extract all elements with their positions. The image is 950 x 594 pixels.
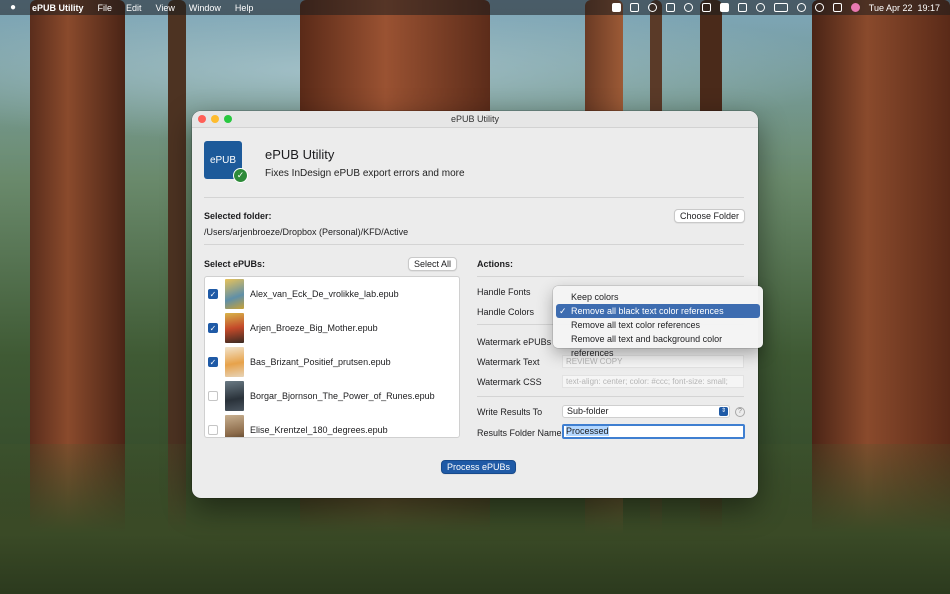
select-epubs-label: Select ePUBs:: [204, 259, 266, 269]
divider: [204, 244, 744, 245]
write-results-value: Sub-folder: [567, 406, 609, 416]
app-title: ePUB Utility: [265, 147, 335, 162]
list-item[interactable]: Elise_Krentzel_180_degrees.epub: [205, 413, 459, 437]
watermark-text-label: Watermark Text: [477, 357, 540, 367]
selected-folder-path: /Users/arjenbroeze/Dropbox (Personal)/KF…: [204, 227, 409, 237]
menu-item-remove-text-colors[interactable]: Remove all text color references: [556, 318, 760, 332]
epub-file-list[interactable]: ✓ Alex_van_Eck_De_vrolikke_lab.epub ✓ Ar…: [204, 276, 460, 438]
wifi-icon[interactable]: [796, 3, 806, 12]
status-app-icon[interactable]: [701, 3, 711, 12]
book-cover-image: [225, 313, 244, 343]
battery-icon[interactable]: [773, 3, 788, 12]
menu-item-label: Remove all text color references: [571, 320, 701, 330]
watermark-css-label: Watermark CSS: [477, 377, 542, 387]
apple-menu-icon[interactable]: ●: [0, 2, 26, 13]
divider: [477, 396, 744, 397]
file-name: Alex_van_Eck_De_vrolikke_lab.epub: [250, 289, 399, 299]
file-checkbox[interactable]: [208, 391, 218, 401]
list-item[interactable]: Borgar_Bjornson_The_Power_of_Runes.epub: [205, 379, 459, 413]
status-app-icon[interactable]: [647, 3, 657, 12]
menu-item-remove-text-and-background-colors[interactable]: Remove all text and background color ref…: [556, 332, 760, 358]
watermark-epubs-label: Watermark ePUBs: [477, 337, 552, 347]
chevron-updown-icon: ⇕: [719, 407, 728, 416]
results-folder-value: Processed: [566, 426, 609, 436]
watermark-css-field[interactable]: text-align: center; color: #ccc; font-si…: [562, 375, 744, 388]
list-item[interactable]: ✓ Bas_Brizant_Positief_prutsen.epub: [205, 345, 459, 379]
file-checkbox[interactable]: ✓: [208, 289, 218, 299]
handle-colors-label: Handle Colors: [477, 307, 535, 317]
file-name: Bas_Brizant_Positief_prutsen.epub: [250, 357, 391, 367]
file-name: Elise_Krentzel_180_degrees.epub: [250, 425, 388, 435]
select-all-button[interactable]: Select All: [408, 257, 458, 271]
actions-label: Actions:: [477, 259, 513, 269]
checkmark-icon: ✓: [559, 306, 567, 316]
status-app-icon[interactable]: [683, 3, 693, 12]
handle-fonts-label: Handle Fonts: [477, 287, 531, 297]
handle-colors-menu: Keep colors ✓ Remove all black text colo…: [553, 286, 763, 358]
control-center-icon[interactable]: [832, 3, 842, 12]
app-logo-text: ePUB: [209, 154, 237, 166]
clock[interactable]: Tue Apr 22 19:17: [869, 3, 940, 13]
menu-file[interactable]: File: [91, 3, 120, 13]
menu-window[interactable]: Window: [182, 3, 228, 13]
window-controls: [198, 115, 232, 123]
siri-icon[interactable]: [850, 3, 860, 12]
selected-folder-label: Selected folder:: [204, 211, 272, 221]
window-title: ePUB Utility: [450, 114, 499, 124]
menu-item-remove-black-text-colors[interactable]: ✓ Remove all black text color references: [556, 304, 760, 318]
divider: [477, 276, 744, 277]
book-cover-image: [225, 279, 244, 309]
list-item[interactable]: ✓ Arjen_Broeze_Big_Mother.epub: [205, 311, 459, 345]
file-name: Borgar_Bjornson_The_Power_of_Runes.epub: [250, 391, 435, 401]
status-app-icon[interactable]: [737, 3, 747, 12]
menu-app-name[interactable]: ePUB Utility: [26, 3, 91, 13]
book-cover-image: [225, 381, 244, 411]
write-results-label: Write Results To: [477, 407, 543, 417]
list-item[interactable]: ✓ Alex_van_Eck_De_vrolikke_lab.epub: [205, 277, 459, 311]
results-folder-input[interactable]: Processed: [562, 424, 745, 439]
choose-folder-button[interactable]: Choose Folder: [674, 209, 746, 223]
search-icon[interactable]: [814, 3, 824, 12]
title-bar[interactable]: ePUB Utility: [192, 111, 758, 128]
minimize-button[interactable]: [211, 115, 219, 123]
process-epubs-button[interactable]: Process ePUBs: [441, 460, 517, 474]
divider: [204, 197, 744, 198]
status-app-icon[interactable]: [719, 3, 729, 12]
file-checkbox[interactable]: ✓: [208, 323, 218, 333]
menu-help[interactable]: Help: [228, 3, 261, 13]
close-button[interactable]: [198, 115, 206, 123]
menu-item-label: Keep colors: [571, 292, 619, 302]
menu-item-label: Remove all black text color references: [571, 306, 724, 316]
zoom-button[interactable]: [224, 115, 232, 123]
status-app-icon[interactable]: [755, 3, 765, 12]
app-logo-icon: ePUB ✓: [204, 141, 248, 183]
file-checkbox[interactable]: ✓: [208, 357, 218, 367]
help-icon[interactable]: ?: [735, 407, 745, 417]
menu-bar: ● ePUB Utility File Edit View Window Hel…: [0, 0, 950, 15]
book-cover-image: [225, 347, 244, 377]
book-cover-image: [225, 415, 244, 437]
status-area: Tue Apr 22 19:17: [611, 3, 950, 13]
file-name: Arjen_Broeze_Big_Mother.epub: [250, 323, 378, 333]
write-results-select[interactable]: Sub-folder ⇕: [562, 405, 730, 418]
results-folder-label: Results Folder Name: [477, 428, 562, 438]
app-header: ePUB ✓ ePUB Utility Fixes InDesign ePUB …: [204, 141, 465, 183]
menu-item-keep-colors[interactable]: Keep colors: [556, 290, 760, 304]
status-app-icon[interactable]: [629, 3, 639, 12]
app-subtitle: Fixes InDesign ePUB export errors and mo…: [265, 168, 465, 179]
menu-edit[interactable]: Edit: [119, 3, 149, 13]
checkmark-icon: ✓: [233, 168, 248, 183]
file-checkbox[interactable]: [208, 425, 218, 435]
status-app-icon[interactable]: [611, 3, 621, 12]
menu-view[interactable]: View: [149, 3, 182, 13]
status-app-icon[interactable]: [665, 3, 675, 12]
